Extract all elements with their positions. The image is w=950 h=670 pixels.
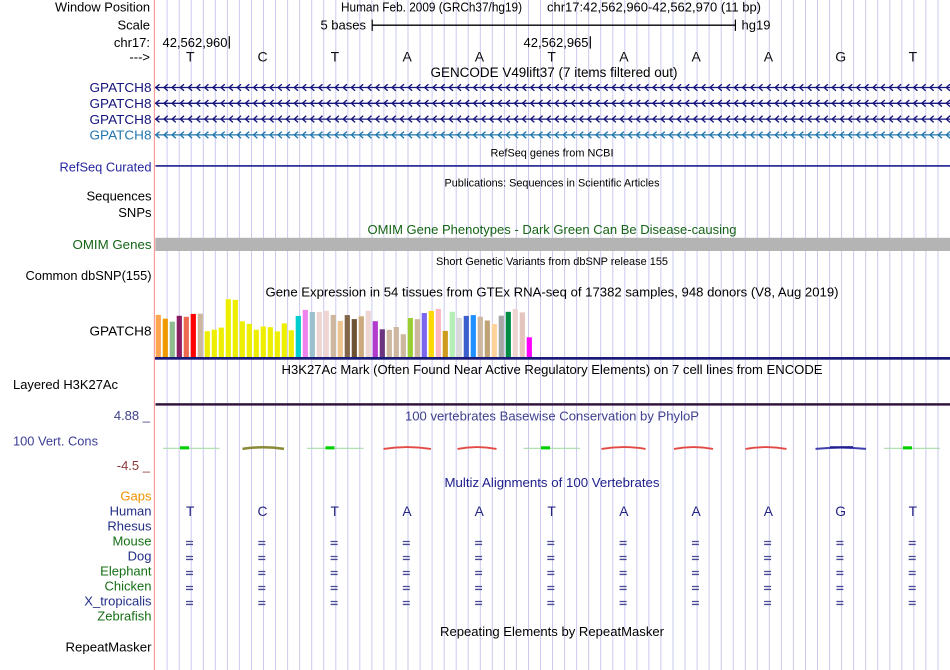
svg-text:100 vertebrates Basewise Conse: 100 vertebrates Basewise Conservation by…: [405, 409, 699, 424]
svg-text:Short Genetic Variants from db: Short Genetic Variants from dbSNP releas…: [436, 256, 668, 268]
svg-text:A: A: [619, 504, 629, 519]
svg-text:100 Vert. Cons: 100 Vert. Cons: [13, 434, 98, 449]
svg-text:5 bases: 5 bases: [320, 18, 366, 33]
svg-text:Gaps: Gaps: [120, 489, 152, 504]
svg-text:T: T: [186, 49, 195, 65]
svg-text:Scale: Scale: [117, 18, 150, 33]
svg-text:Common dbSNP(155): Common dbSNP(155): [26, 268, 152, 283]
svg-text:42,562,960: 42,562,960: [163, 35, 228, 50]
svg-text:T: T: [909, 504, 918, 519]
svg-text:A: A: [692, 49, 702, 65]
svg-text:Chicken: Chicken: [105, 579, 152, 594]
svg-text:T: T: [547, 49, 556, 65]
svg-text:G: G: [835, 504, 846, 519]
svg-text:OMIM Gene Phenotypes - Dark Gr: OMIM Gene Phenotypes - Dark Green Can Be…: [368, 222, 737, 237]
svg-text:Mouse: Mouse: [112, 534, 151, 549]
svg-text:RepeatMasker: RepeatMasker: [66, 640, 153, 655]
svg-text:A: A: [475, 504, 485, 519]
svg-text:hg19: hg19: [742, 18, 771, 33]
svg-text:Human: Human: [110, 504, 152, 519]
svg-text:A: A: [475, 49, 485, 65]
svg-text:T: T: [909, 49, 918, 65]
svg-text:C: C: [258, 49, 268, 65]
svg-text:GPATCH8: GPATCH8: [90, 128, 152, 143]
svg-text:Layered H3K27Ac: Layered H3K27Ac: [13, 377, 118, 392]
svg-text:RefSeq Curated: RefSeq Curated: [60, 159, 152, 174]
svg-text:OMIM Genes: OMIM Genes: [73, 237, 153, 252]
svg-text:GPATCH8: GPATCH8: [90, 96, 152, 111]
svg-text:T: T: [547, 504, 556, 519]
svg-text:Zebrafish: Zebrafish: [97, 609, 151, 624]
svg-text:-4.5 _: -4.5 _: [117, 458, 151, 473]
svg-text:T: T: [331, 504, 340, 519]
svg-text:A: A: [619, 49, 629, 65]
svg-text:chr17:42,562,960-42,562,970 (1: chr17:42,562,960-42,562,970 (11 bp): [547, 0, 761, 15]
svg-text:A: A: [764, 504, 774, 519]
svg-text:Publications: Sequences in Sci: Publications: Sequences in Scientific Ar…: [445, 177, 660, 189]
svg-text:Repeating Elements by RepeatMa: Repeating Elements by RepeatMasker: [440, 624, 665, 639]
svg-text:42,562,965: 42,562,965: [524, 35, 589, 50]
svg-text:A: A: [764, 49, 774, 65]
svg-text:Rhesus: Rhesus: [107, 519, 152, 534]
svg-text:Elephant: Elephant: [100, 564, 152, 579]
svg-text:--->: --->: [129, 50, 150, 65]
svg-text:SNPs: SNPs: [118, 205, 152, 220]
svg-text:GPATCH8: GPATCH8: [90, 324, 152, 339]
svg-text:Human Feb. 2009 (GRCh37/hg19): Human Feb. 2009 (GRCh37/hg19): [341, 0, 522, 15]
svg-text:A: A: [402, 49, 412, 65]
svg-text:A: A: [402, 504, 412, 519]
svg-text:C: C: [258, 504, 268, 519]
svg-text:GPATCH8: GPATCH8: [90, 80, 152, 95]
svg-text:Window Position: Window Position: [55, 0, 150, 15]
svg-text:X_tropicalis: X_tropicalis: [84, 594, 152, 609]
svg-text:A: A: [691, 504, 701, 519]
svg-text:Sequences: Sequences: [86, 188, 152, 203]
svg-text:H3K27Ac Mark (Often Found Near: H3K27Ac Mark (Often Found Near Active Re…: [282, 362, 823, 377]
svg-text:GENCODE V49lift37 (7 items fil: GENCODE V49lift37 (7 items filtered out): [431, 65, 678, 80]
svg-text:chr17:: chr17:: [114, 35, 150, 50]
svg-text:RefSeq genes from NCBI: RefSeq genes from NCBI: [491, 147, 614, 159]
svg-text:T: T: [331, 49, 340, 65]
svg-text:Gene Expression in 54 tissues: Gene Expression in 54 tissues from GTEx …: [266, 285, 839, 300]
svg-text:G: G: [835, 49, 846, 65]
svg-text:Multiz Alignments of 100 Verte: Multiz Alignments of 100 Vertebrates: [445, 475, 660, 490]
svg-text:4.88 _: 4.88 _: [114, 408, 151, 423]
svg-text:T: T: [186, 504, 195, 519]
svg-text:GPATCH8: GPATCH8: [90, 112, 152, 127]
svg-text:Dog: Dog: [128, 549, 152, 564]
